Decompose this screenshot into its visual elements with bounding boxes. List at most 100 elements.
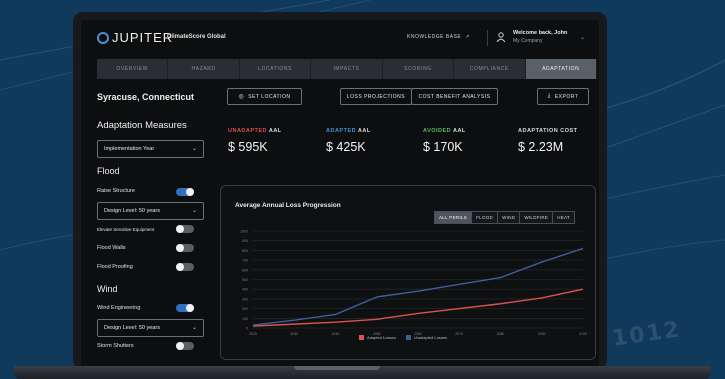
knowledge-base-label: KNOWLEDGE BASE	[407, 34, 462, 40]
avoided-aal-label: AVOIDED AAL	[423, 128, 466, 134]
toggle-knob	[176, 225, 184, 233]
metric-accent: UNADAPTED	[228, 128, 268, 134]
app-logo[interactable]: JUPITER	[97, 30, 173, 45]
tab-locations[interactable]: LOCATIONS	[240, 59, 312, 79]
toggle-knob	[186, 188, 194, 196]
metric-accent: ADAPTED	[326, 128, 357, 134]
laptop-frame: JUPITER ClimateScore Global KNOWLEDGE BA…	[73, 12, 607, 370]
y-tick-label: 800	[242, 249, 248, 253]
raise-structure-toggle[interactable]	[176, 188, 194, 196]
wind-design-level-select[interactable]: Design Level: 50 years ⌄	[97, 319, 204, 337]
flood-walls-toggle[interactable]	[176, 244, 194, 252]
chart-legend: Adapted Losses Unadapted Losses	[359, 335, 457, 340]
product-name: ClimateScore Global	[167, 34, 226, 40]
location-title: Syracuse, Connecticut	[97, 92, 195, 102]
unadapted-aal-value: $ 595K	[228, 140, 268, 154]
download-icon: ⤓	[547, 93, 551, 99]
legend-label: Unadapted Losses	[413, 335, 448, 340]
flood-design-level-select[interactable]: Design Level: 50 years ⌄	[97, 202, 204, 220]
logo-ring-icon	[97, 31, 109, 44]
metric-label-rest: AAL	[451, 128, 466, 134]
x-tick-label: 2040	[332, 332, 340, 336]
set-location-label: SET LOCATION	[248, 93, 291, 100]
flood-proofing-label: Flood Proofing	[97, 264, 133, 270]
adaptation-measures-heading: Adaptation Measures	[97, 120, 187, 131]
tab-impacts[interactable]: IMPACTS	[311, 59, 383, 79]
legend-item-unadapted: Unadapted Losses	[405, 335, 448, 340]
x-tick-label: 2030	[290, 332, 298, 336]
legend-label: Adapted Losses	[367, 335, 396, 340]
legend-swatch	[359, 335, 364, 340]
elevate-equipment-toggle[interactable]	[176, 225, 194, 233]
adapted-aal-label: ADAPTED AAL	[326, 128, 371, 134]
set-location-button[interactable]: ◎ SET LOCATION	[227, 88, 302, 105]
legend-item-adapted: Adapted Losses	[359, 335, 396, 340]
adaptation-cost-value: $ 2.23M	[518, 140, 564, 154]
toggle-knob	[186, 304, 194, 312]
metric-label-rest: AAL	[267, 128, 282, 134]
wind-design-level-value: Design Level: 50 years	[104, 325, 160, 331]
cost-benefit-label: COST BENEFIT ANALYSIS	[418, 93, 491, 100]
x-tick-label: 2020	[249, 332, 257, 336]
location-pin-icon: ◎	[238, 94, 245, 100]
wind-engineering-label: Wind Engineering	[97, 305, 141, 311]
y-tick-label: 600	[242, 268, 248, 272]
wind-heading: Wind	[97, 284, 118, 294]
toggle-knob	[176, 342, 184, 350]
unadapted-aal-label: UNADAPTED AAL	[228, 128, 282, 134]
avoided-aal-value: $ 170K	[423, 140, 463, 154]
storm-shutters-toggle[interactable]	[176, 342, 194, 350]
metric-label-rest: AAL	[356, 128, 371, 134]
x-tick-label: 2080	[497, 332, 505, 336]
storm-shutters-label: Storm Shutters	[97, 343, 134, 349]
x-tick-label: 2100	[579, 332, 587, 336]
implementation-year-value: Implementation Year	[104, 146, 155, 152]
laptop-base	[14, 366, 711, 379]
elevate-equipment-label: Elevate Sensitive Equipment	[97, 227, 155, 232]
y-tick-label: 100	[242, 317, 248, 321]
laptop-notch	[294, 366, 380, 370]
y-tick-label: 900	[242, 239, 248, 243]
metric-label-rest: ADAPTATION COST	[518, 128, 578, 134]
export-label: EXPORT	[554, 93, 579, 100]
y-tick-label: 1000	[240, 230, 248, 234]
welcome-text: Welcome back, John	[513, 30, 568, 36]
tab-hazard[interactable]: HAZARD	[168, 59, 240, 79]
tab-adaptation[interactable]: ADAPTATION	[525, 59, 597, 79]
raise-structure-label: Raise Structure	[97, 188, 135, 194]
export-button[interactable]: ⤓ EXPORT	[537, 88, 589, 105]
main-nav: OVERVIEW HAZARD LOCATIONS IMPACTS SCORIN…	[97, 59, 597, 79]
y-tick-label: 0	[246, 327, 248, 331]
implementation-year-select[interactable]: Implementation Year ⌄	[97, 140, 204, 158]
y-tick-label: 700	[242, 259, 248, 263]
chevron-down-icon[interactable]: ⌄	[580, 34, 585, 41]
adaptation-cost-label: ADAPTATION COST	[518, 128, 578, 134]
app-screen: JUPITER ClimateScore Global KNOWLEDGE BA…	[81, 20, 599, 370]
legend-swatch	[405, 335, 411, 340]
flood-proofing-toggle[interactable]	[176, 263, 194, 271]
y-tick-label: 400	[242, 288, 248, 292]
company-name: My Company	[513, 38, 543, 44]
flood-walls-label: Flood Walls	[97, 245, 126, 251]
y-tick-label: 500	[242, 278, 248, 282]
toggle-knob	[176, 263, 184, 271]
adapted-losses-line	[252, 288, 584, 327]
logo-text: JUPITER	[112, 30, 174, 45]
knowledge-base-link[interactable]: KNOWLEDGE BASE ↗	[407, 34, 470, 40]
flood-design-level-value: Design Level: 50 years	[104, 208, 160, 214]
tab-scoring[interactable]: SCORING	[383, 59, 455, 79]
tab-overview[interactable]: OVERVIEW	[97, 59, 169, 79]
x-tick-label: 2090	[538, 332, 546, 336]
chevron-down-icon: ⌄	[191, 325, 197, 331]
y-tick-label: 200	[242, 307, 248, 311]
loss-projections-button[interactable]: LOSS PROJECTIONS	[340, 88, 412, 105]
adapted-aal-value: $ 425K	[326, 140, 366, 154]
header-divider	[487, 30, 488, 46]
toggle-knob	[176, 244, 184, 252]
tab-compliance[interactable]: COMPLIANCE	[454, 59, 526, 79]
wind-engineering-toggle[interactable]	[176, 304, 194, 312]
cost-benefit-button[interactable]: COST BENEFIT ANALYSIS	[411, 88, 498, 105]
metric-accent: AVOIDED	[423, 128, 452, 134]
user-icon[interactable]	[496, 32, 506, 42]
loss-projections-label: LOSS PROJECTIONS	[346, 93, 406, 100]
